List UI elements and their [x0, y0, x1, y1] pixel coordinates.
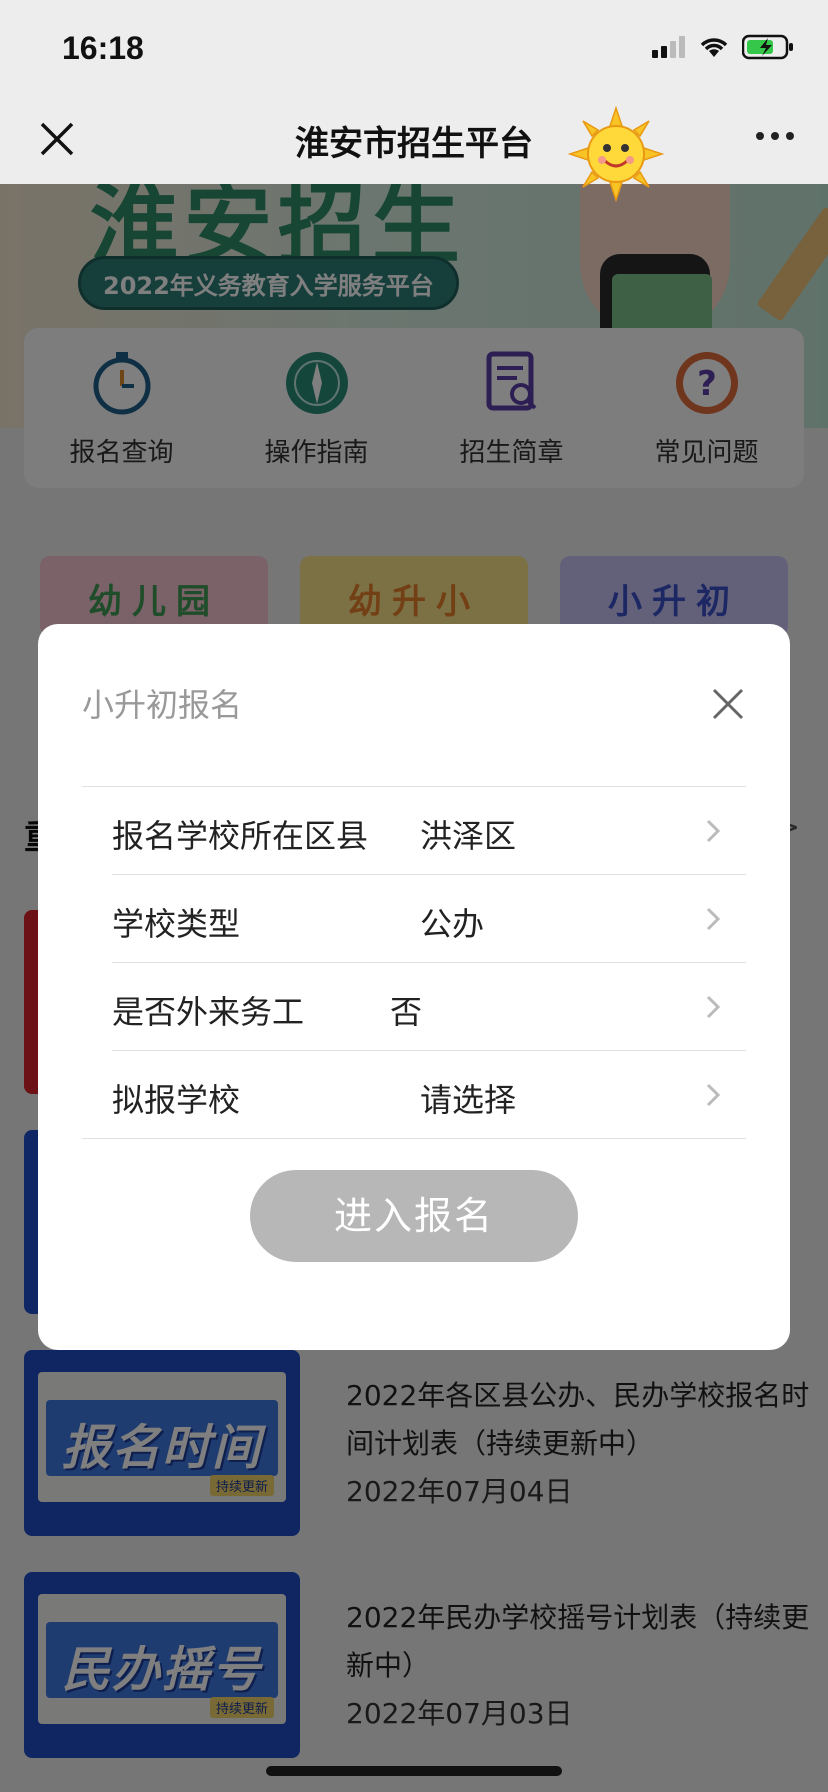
- field-label: 学校类型: [112, 905, 241, 943]
- dot: [786, 132, 794, 140]
- target-school-select[interactable]: 拟报学校 请选择: [82, 1051, 746, 1139]
- field-value: 否: [390, 993, 423, 1031]
- battery-icon: [742, 34, 793, 60]
- field-label: 拟报学校: [112, 1081, 241, 1119]
- sun-sticker-icon: [568, 106, 664, 202]
- wifi-icon: [700, 38, 728, 57]
- modal-close-icon[interactable]: [710, 686, 746, 722]
- chevron-right-icon: [706, 995, 720, 1019]
- chevron-right-icon: [706, 907, 720, 931]
- signal-icon: [652, 36, 685, 58]
- form-rows: 报名学校所在区县 洪泽区 学校类型 公办 是否外来务工 否 拟报学校 请选择: [82, 786, 746, 1139]
- chevron-right-icon: [706, 1083, 720, 1107]
- status-icons: [652, 34, 794, 60]
- status-time: 16:18: [62, 30, 144, 66]
- modal-title: 小升初报名: [82, 686, 243, 724]
- field-label: 是否外来务工: [112, 993, 305, 1031]
- registration-modal: 小升初报名 报名学校所在区县 洪泽区 学校类型 公办 是否外来务工 否 拟报学校…: [38, 624, 790, 1350]
- district-select[interactable]: 报名学校所在区县 洪泽区: [112, 787, 746, 875]
- more-menu-button[interactable]: [756, 132, 794, 140]
- dot: [756, 132, 764, 140]
- status-bar: 16:18: [0, 0, 828, 96]
- chevron-right-icon: [706, 819, 720, 843]
- home-indicator[interactable]: [266, 1766, 562, 1776]
- page-title: 淮安市招生平台: [295, 124, 533, 164]
- school-type-select[interactable]: 学校类型 公办: [112, 875, 746, 963]
- migrant-worker-select[interactable]: 是否外来务工 否: [112, 963, 746, 1051]
- field-value: 请选择: [420, 1081, 517, 1119]
- field-value: 洪泽区: [420, 817, 517, 855]
- dot: [771, 132, 779, 140]
- field-label: 报名学校所在区县: [112, 817, 369, 855]
- field-value: 公办: [420, 905, 485, 943]
- nav-bar: 淮安市招生平台: [0, 96, 828, 184]
- enter-registration-button[interactable]: 进入报名: [250, 1170, 578, 1262]
